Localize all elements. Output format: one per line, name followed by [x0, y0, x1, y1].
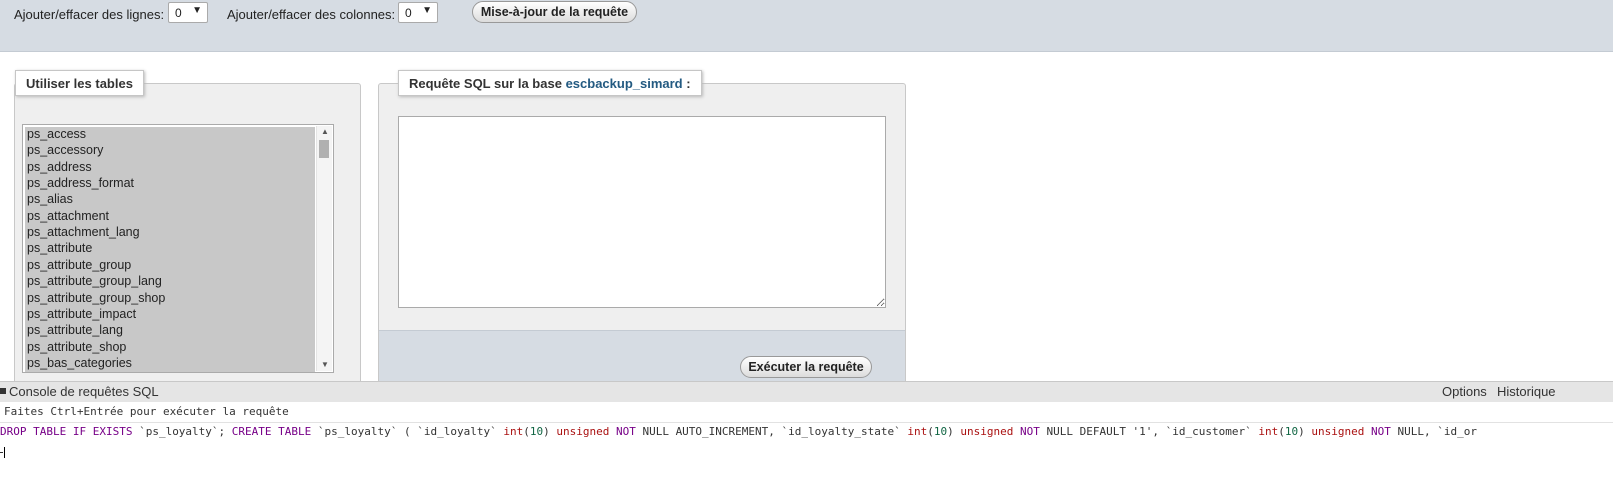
sql-legend: Requête SQL sur la base escbackup_simard… — [398, 70, 702, 96]
query-token: NOT — [1371, 425, 1391, 438]
query-token: ) — [543, 425, 557, 438]
rows-label: Ajouter/effacer des lignes: — [14, 7, 165, 22]
console-options-link[interactable]: Options — [1442, 384, 1487, 399]
cols-select-value: 0 — [405, 6, 412, 20]
table-option[interactable]: ps_attribute_group — [27, 257, 131, 273]
execute-query-button[interactable]: Exécuter la requête — [740, 356, 872, 378]
table-option[interactable]: ps_attribute_group_shop — [27, 290, 165, 306]
cols-select[interactable]: 0 ▼ — [398, 2, 438, 23]
table-option[interactable]: ps_attribute — [27, 240, 92, 256]
table-option[interactable]: ps_attachment_lang — [27, 224, 140, 240]
query-token — [1364, 425, 1371, 438]
query-token: CREATE TABLE — [231, 425, 312, 438]
query-builder-toolbar: Ajouter/effacer des lignes: 0 ▼ Ajouter/… — [0, 0, 1613, 52]
table-option[interactable]: ps_alias — [27, 191, 73, 207]
console-query-line[interactable]: DROP TABLE IF EXISTS `ps_loyalty`; CREAT… — [0, 425, 1477, 438]
table-option[interactable]: ps_bas_categories — [27, 355, 132, 371]
listbox-scrollbar[interactable]: ▲ ▼ — [316, 126, 332, 371]
table-option[interactable]: ps_address — [27, 159, 92, 175]
tables-listbox[interactable]: ps_access ps_accessory ps_address ps_addres… — [22, 124, 334, 373]
scroll-up-arrow-icon[interactable]: ▲ — [321, 127, 329, 136]
query-token: unsigned — [960, 425, 1014, 438]
sql-legend-prefix: Requête SQL sur la base — [409, 76, 562, 91]
query-token: int — [1258, 425, 1279, 438]
console-title[interactable]: Console de requêtes SQL — [9, 384, 159, 399]
query-token: int — [907, 425, 928, 438]
query-token: unsigned — [1311, 425, 1365, 438]
query-token: 10 — [529, 425, 544, 438]
query-token: ) — [1298, 425, 1312, 438]
console-hint: Faites Ctrl+Entrée pour exécuter la requ… — [4, 405, 289, 418]
query-token: NULL DEFAULT '1', `id_customer` — [1039, 425, 1259, 438]
query-token: ( — [927, 425, 934, 438]
query-token: 10 — [933, 425, 948, 438]
table-option[interactable]: ps_accessory — [27, 142, 103, 158]
query-token — [1013, 425, 1020, 438]
query-token: `ps_loyalty`; — [132, 425, 232, 438]
query-token: unsigned — [556, 425, 610, 438]
sql-query-textarea[interactable] — [398, 116, 886, 308]
query-token: `ps_loyalty` ( `id_loyalty` — [311, 425, 504, 438]
scrollbar-thumb[interactable] — [319, 140, 329, 158]
query-token: 10 — [1284, 425, 1299, 438]
chevron-down-icon: ▼ — [192, 5, 202, 16]
console-history-link[interactable]: Historique — [1497, 384, 1556, 399]
table-option[interactable]: ps_address_format — [27, 175, 134, 191]
console-divider — [0, 422, 1613, 423]
prompt-marker — [0, 452, 3, 453]
sql-legend-suffix: : — [686, 76, 691, 91]
collapse-toggle-icon[interactable] — [0, 388, 6, 394]
table-option[interactable]: ps_access — [27, 126, 86, 142]
query-token: ( — [1278, 425, 1285, 438]
query-token: NULL AUTO_INCREMENT, `id_loyalty_state` — [635, 425, 908, 438]
chevron-down-icon: ▼ — [422, 5, 432, 16]
query-token: NULL, `id_or — [1390, 425, 1477, 438]
text-cursor — [4, 447, 5, 458]
table-option[interactable]: ps_attribute_group_lang — [27, 273, 162, 289]
database-name: escbackup_simard — [565, 76, 683, 91]
rows-select-value: 0 — [175, 6, 182, 20]
sql-console[interactable]: Faites Ctrl+Entrée pour exécuter la requ… — [0, 402, 1613, 492]
cols-label: Ajouter/effacer des colonnes: — [227, 7, 396, 22]
query-token: ) — [947, 425, 961, 438]
query-token: DROP TABLE IF EXISTS — [0, 425, 133, 438]
rows-select[interactable]: 0 ▼ — [168, 2, 208, 23]
table-option[interactable]: ps_attribute_lang — [27, 322, 123, 338]
query-token: ( — [523, 425, 530, 438]
execute-bar: Exécuter la requête — [379, 330, 905, 383]
update-query-button[interactable]: Mise-à-jour de la requête — [472, 1, 637, 23]
table-option[interactable]: ps_attribute_shop — [27, 339, 126, 355]
query-token: int — [503, 425, 524, 438]
query-token: NOT — [615, 425, 636, 438]
table-option[interactable]: ps_attachment — [27, 208, 109, 224]
console-input-caret[interactable] — [0, 447, 5, 459]
table-option[interactable]: ps_attribute_impact — [27, 306, 136, 322]
tables-legend: Utiliser les tables — [15, 70, 144, 96]
scroll-down-arrow-icon[interactable]: ▼ — [321, 360, 329, 369]
query-token — [609, 425, 616, 438]
query-token: NOT — [1019, 425, 1040, 438]
sql-console-bar: Console de requêtes SQL Options Historiq… — [0, 381, 1613, 403]
